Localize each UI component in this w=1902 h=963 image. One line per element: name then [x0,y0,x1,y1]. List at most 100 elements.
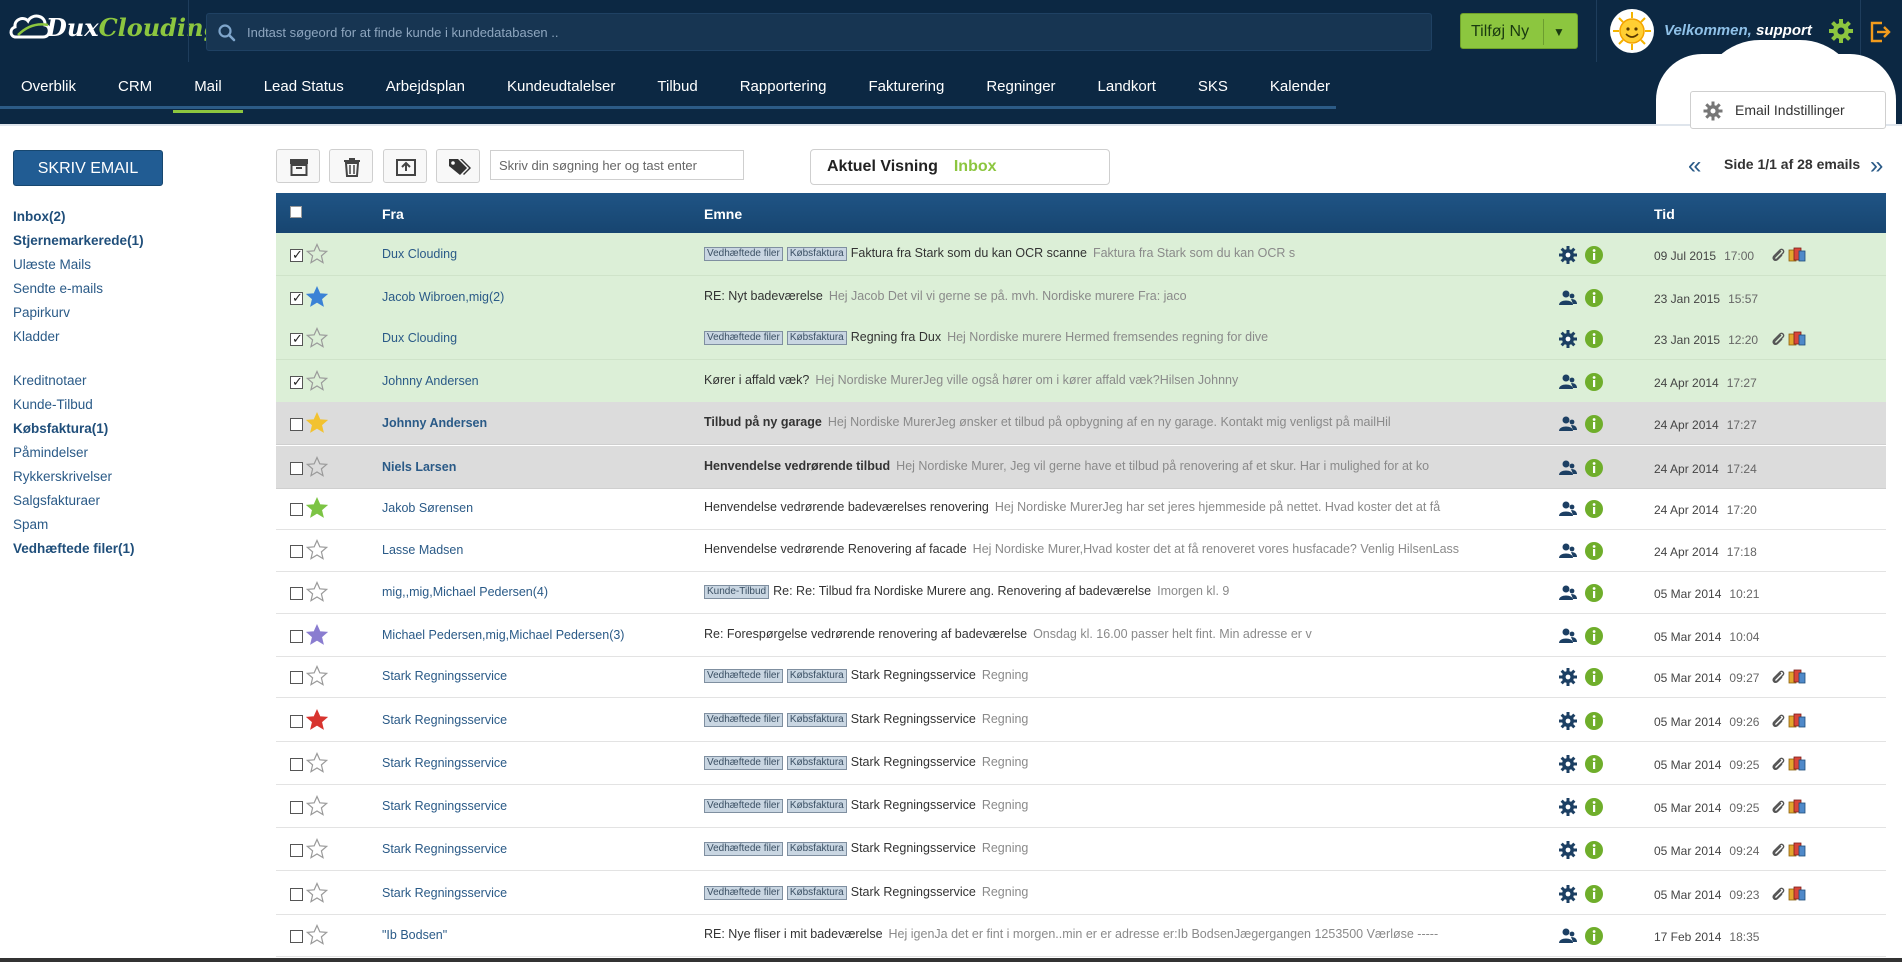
user-icon[interactable] [1558,541,1578,561]
mail-filter-input[interactable] [490,150,744,180]
subject-cell[interactable]: Henvendelse vedrørende Renovering af fac… [704,542,1544,556]
gear-icon[interactable] [1558,667,1578,687]
star-icon[interactable] [306,665,328,687]
gear-icon[interactable] [1558,329,1578,349]
table-row[interactable]: Stark Regningsservice Vedhæftede filer Køb… [276,742,1886,785]
subject-cell[interactable]: Vedhæftede filer Købsfaktura Regning fra D… [704,330,1544,345]
info-icon[interactable] [1584,926,1604,946]
documents-icon[interactable] [1788,247,1806,263]
sender[interactable]: Lasse Madsen [382,543,463,557]
subject-cell[interactable]: RE: Nyt badeværelse Hej Jacob Det vil vi … [704,289,1544,303]
row-checkbox[interactable] [290,888,303,901]
table-row[interactable]: "Ib Bodsen" RE: Nye fliser i mit badevære… [276,914,1886,957]
info-icon[interactable] [1584,583,1604,603]
subject-cell[interactable]: Vedhæftede filer Købsfaktura Stark Regning… [704,712,1544,727]
info-icon[interactable] [1584,288,1604,308]
row-checkbox[interactable] [290,758,303,771]
subject-cell[interactable]: Vedhæftede filer Købsfaktura Faktura fra S… [704,246,1544,261]
table-row[interactable]: Stark Regningsservice Vedhæftede filer Køb… [276,655,1886,698]
info-icon[interactable] [1584,372,1604,392]
nav-fakturering[interactable]: Fakturering [847,62,965,112]
row-checkbox[interactable] [290,844,303,857]
subject-cell[interactable]: Kører i affald væk? Hej Nordiske MurerJeg… [704,373,1544,387]
sun-avatar-icon[interactable] [1610,9,1654,53]
star-icon[interactable] [306,370,328,392]
sender[interactable]: Niels Larsen [382,460,456,474]
star-icon[interactable] [306,795,328,817]
user-icon[interactable] [1558,626,1578,646]
user-icon[interactable] [1558,458,1578,478]
user-icon[interactable] [1558,372,1578,392]
gear-icon[interactable] [1558,884,1578,904]
row-checkbox[interactable] [290,801,303,814]
nav-tilbud[interactable]: Tilbud [636,62,718,112]
folder-rykkerskrivelser[interactable]: Rykkerskrivelser [13,465,144,489]
select-all-checkbox[interactable] [290,206,302,218]
documents-icon[interactable] [1788,756,1806,772]
subject-cell[interactable]: RE: Nye fliser i mit badeværelse Hej igen… [704,927,1544,941]
table-row[interactable]: Niels Larsen Henvendelse vedrørende tilbu… [276,446,1886,489]
nav-lead-status[interactable]: Lead Status [243,62,365,112]
info-icon[interactable] [1584,667,1604,687]
table-row[interactable]: Johnny Andersen Kører i affald væk? Hej No… [276,360,1886,403]
star-icon[interactable] [306,286,328,308]
logout-icon[interactable] [1868,20,1892,44]
table-row[interactable]: Stark Regningsservice Vedhæftede filer Køb… [276,872,1886,915]
subject-cell[interactable]: Henvendelse vedrørende tilbud Hej Nordisk… [704,459,1544,473]
nav-overblik[interactable]: Overblik [0,62,97,112]
gear-icon[interactable] [1558,840,1578,860]
star-icon[interactable] [306,924,328,946]
star-icon[interactable] [306,624,328,646]
info-icon[interactable] [1584,499,1604,519]
info-icon[interactable] [1584,329,1604,349]
sender[interactable]: Jacob Wibroen,mig(2) [382,290,504,304]
folder-sent[interactable]: Sendte e-mails [13,277,144,301]
row-checkbox[interactable] [290,715,303,728]
documents-icon[interactable] [1788,799,1806,815]
folder-inbox[interactable]: Inbox(2) [13,205,144,229]
nav-kalender[interactable]: Kalender [1249,62,1351,112]
info-icon[interactable] [1584,414,1604,434]
table-row[interactable]: Michael Pedersen,mig,Michael Pedersen(3)… [276,614,1886,657]
double-chevron-right-icon[interactable]: » [1870,152,1883,180]
info-icon[interactable] [1584,797,1604,817]
nav-landkort[interactable]: Landkort [1077,62,1177,112]
star-icon[interactable] [306,838,328,860]
row-checkbox[interactable] [290,587,303,600]
table-row[interactable]: Stark Regningsservice Vedhæftede filer Køb… [276,699,1886,742]
star-icon[interactable] [306,327,328,349]
info-icon[interactable] [1584,245,1604,265]
table-row[interactable]: Stark Regningsservice Vedhæftede filer Køb… [276,785,1886,828]
folder-kunde-tilbud[interactable]: Kunde-Tilbud [13,393,144,417]
row-checkbox[interactable] [290,545,303,558]
add-new-dropdown[interactable]: Tilføj Ny ▼ [1460,13,1578,49]
gear-icon[interactable] [1828,18,1854,44]
nav-sks[interactable]: SKS [1177,62,1249,112]
info-icon[interactable] [1584,840,1604,860]
compose-email-button[interactable]: SKRIV EMAIL [13,150,163,186]
sender[interactable]: Stark Regningsservice [382,713,507,727]
star-icon[interactable] [306,752,328,774]
move-button[interactable] [383,149,427,183]
star-icon[interactable] [306,243,328,265]
info-icon[interactable] [1584,884,1604,904]
email-settings-button[interactable]: Email Indstillinger [1690,91,1886,129]
subject-cell[interactable]: Vedhæftede filer Købsfaktura Stark Regning… [704,668,1544,683]
subject-cell[interactable]: Kunde-Tilbud Re: Re: Tilbud fra Nordiske … [704,584,1544,599]
logo[interactable]: DuxClouding [8,9,220,45]
table-row[interactable]: Jacob Wibroen,mig(2) RE: Nyt badeværelse H… [276,276,1886,319]
star-icon[interactable] [306,581,328,603]
table-row[interactable]: Dux Clouding Vedhæftede filerKøbsfakturaR… [276,317,1886,360]
user-icon[interactable] [1558,414,1578,434]
star-icon[interactable] [306,497,328,519]
star-icon[interactable] [306,709,328,731]
nav-kundeudtalelser[interactable]: Kundeudtalelser [486,62,636,112]
subject-cell[interactable]: Re: Forespørgelse vedrørende renovering … [704,627,1544,641]
table-row[interactable]: Lasse Madsen Henvendelse vedrørende Renov… [276,529,1886,572]
star-icon[interactable] [306,882,328,904]
nav-mail[interactable]: Mail [173,62,243,113]
sender[interactable]: Stark Regningsservice [382,669,507,683]
tag-button[interactable] [436,149,480,183]
sender[interactable]: Johnny Andersen [382,374,479,388]
row-checkbox[interactable] [290,290,303,306]
